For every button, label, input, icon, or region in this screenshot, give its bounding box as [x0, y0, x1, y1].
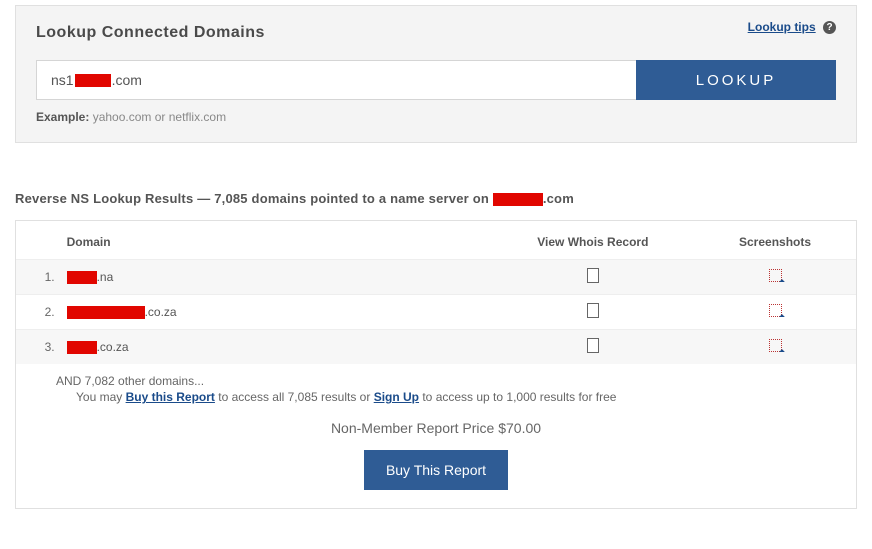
lookup-tips: Lookup tips ?: [748, 20, 836, 34]
screenshot-icon[interactable]: [769, 269, 782, 282]
results-panel: Domain View Whois Record Screenshots 1. …: [15, 220, 857, 509]
whois-icon[interactable]: [587, 338, 599, 353]
redacted-domain: [67, 341, 97, 354]
domain-suffix: .co.za: [145, 305, 177, 319]
redacted-heading: [493, 193, 543, 206]
row-domain: .na: [67, 260, 492, 295]
example-text: yahoo.com or netflix.com: [93, 110, 226, 124]
whois-icon[interactable]: [587, 268, 599, 283]
lookup-panel-title: Lookup Connected Domains: [36, 24, 836, 42]
col-ss-header: Screenshots: [694, 225, 856, 260]
lookup-row: ns1 .com LOOKUP: [36, 60, 836, 100]
buy-post: to access up to 1,000 results for free: [419, 390, 616, 404]
buy-mid: to access all 7,085 results or: [215, 390, 374, 404]
col-whois-header: View Whois Record: [492, 225, 694, 260]
buy-line: You may Buy this Report to access all 7,…: [76, 390, 856, 404]
help-icon[interactable]: ?: [823, 21, 836, 34]
row-num: 1.: [16, 260, 67, 295]
and-other-domains: AND 7,082 other domains...: [56, 374, 856, 388]
lookup-input[interactable]: ns1 .com: [36, 60, 636, 100]
example-label: Example:: [36, 110, 89, 124]
table-row: 1. .na: [16, 260, 856, 295]
col-domain-header: Domain: [67, 225, 492, 260]
table-header-row: Domain View Whois Record Screenshots: [16, 225, 856, 260]
buy-button-row: Buy This Report: [16, 450, 856, 490]
redacted-domain: [67, 306, 145, 319]
results-table: Domain View Whois Record Screenshots 1. …: [16, 225, 856, 364]
redacted-domain: [67, 271, 97, 284]
row-num: 2.: [16, 295, 67, 330]
whois-icon[interactable]: [587, 303, 599, 318]
domain-suffix: .na: [97, 270, 114, 284]
screenshot-icon[interactable]: [769, 339, 782, 352]
table-row: 2. .co.za: [16, 295, 856, 330]
lookup-button[interactable]: LOOKUP: [636, 60, 836, 100]
lookup-tips-link[interactable]: Lookup tips: [748, 20, 816, 34]
results-heading-prefix: Reverse NS Lookup Results — 7,085 domain…: [15, 191, 493, 206]
results-heading-suffix: .com: [543, 191, 574, 206]
buy-pre: You may: [76, 390, 126, 404]
signup-link[interactable]: Sign Up: [374, 390, 419, 404]
example-line: Example: yahoo.com or netflix.com: [36, 110, 836, 124]
domain-suffix: .co.za: [97, 340, 129, 354]
table-row: 3. .co.za: [16, 330, 856, 365]
row-domain: .co.za: [67, 295, 492, 330]
screenshot-icon[interactable]: [769, 304, 782, 317]
buy-report-button[interactable]: Buy This Report: [364, 450, 508, 490]
row-num: 3.: [16, 330, 67, 365]
col-num-header: [16, 225, 67, 260]
input-text-suffix: .com: [112, 72, 142, 88]
redacted-input: [75, 74, 111, 87]
input-text-prefix: ns1: [51, 72, 74, 88]
row-domain: .co.za: [67, 330, 492, 365]
results-heading: Reverse NS Lookup Results — 7,085 domain…: [15, 191, 857, 206]
lookup-panel: Lookup tips ? Lookup Connected Domains n…: [15, 5, 857, 143]
buy-report-link[interactable]: Buy this Report: [126, 390, 215, 404]
price-line: Non-Member Report Price $70.00: [16, 420, 856, 436]
